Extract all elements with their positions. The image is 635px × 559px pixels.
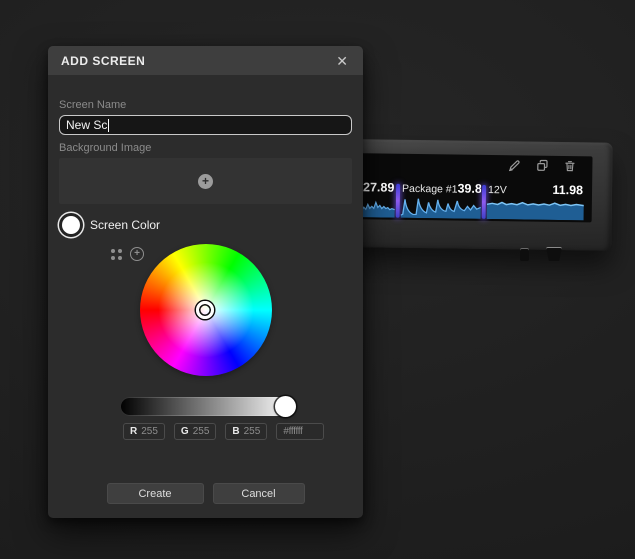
add-screen-dialog: ADD SCREEN ✕ Screen Name New Sc Backgrou… [48,46,363,518]
sensor-label: 12V [487,183,507,197]
edit-icon[interactable] [507,158,521,172]
delete-icon[interactable] [563,159,576,173]
background-image-label: Background Image [59,142,152,154]
close-icon[interactable]: ✕ [334,52,350,70]
sensor-panel: Package #1 39.88 [400,181,482,219]
panel-separator [481,184,487,219]
blue-label: B [232,426,240,437]
sensor-value: 39.88 [457,181,482,196]
red-value: 255 [141,426,158,437]
blue-field[interactable]: B 255 [225,423,268,440]
background-image-upload[interactable]: + [59,158,352,204]
sensor-panels: 27.89 Package #1 39.88 12V 11.98 [361,180,585,221]
screen-name-label: Screen Name [59,99,127,111]
screen-color-swatch[interactable] [62,216,80,234]
green-label: G [180,426,189,437]
screen-name-value: New Sc [66,118,108,132]
device-screen: 27.89 Package #1 39.88 12V 11.98 [359,153,593,223]
sensor-label: Package #1 [401,182,458,196]
screen-toolbar [507,158,576,173]
green-value: 255 [192,426,210,437]
color-picker: + [59,244,352,380]
sensor-value: 27.89 [362,180,395,195]
dialog-title: ADD SCREEN [61,53,146,68]
sensor-panel: 12V 11.98 [486,182,585,221]
waveform-graph [361,200,395,218]
cancel-button[interactable]: Cancel [212,483,305,504]
slider-handle[interactable] [275,396,296,417]
green-field[interactable]: G 255 [173,423,217,440]
waveform-graph [486,201,584,221]
picker-tools: + [111,247,144,261]
add-color-icon[interactable]: + [130,247,144,261]
app-background: 27.89 Package #1 39.88 12V 11.98 ADD SCR… [0,0,635,559]
rgb-inputs: R 255 G 255 B 255 #ffffff [123,423,352,440]
add-image-icon: + [198,173,213,189]
sensor-value: 11.98 [552,182,584,198]
screen-color-label: Screen Color [90,218,161,232]
blue-value: 255 [243,426,261,437]
sensor-panel: 27.89 [361,180,396,218]
device-connector [546,247,562,261]
color-wheel[interactable] [139,244,272,376]
screen-name-input[interactable]: New Sc [59,115,352,135]
brightness-slider[interactable] [120,396,296,417]
panel-separator [395,183,401,218]
hex-value: #ffffff [283,426,303,437]
device-connector [520,248,529,261]
red-label: R [130,426,138,437]
screen-color-row: Screen Color [59,212,352,238]
red-field[interactable]: R 255 [123,423,165,440]
saved-colors-icon[interactable] [111,248,122,260]
dialog-actions: Create Cancel [59,483,352,504]
color-wheel-cursor[interactable] [196,300,214,319]
duplicate-icon[interactable] [535,159,549,173]
text-caret [108,118,110,132]
monitor-device: 27.89 Package #1 39.88 12V 11.98 [345,139,613,251]
create-button[interactable]: Create [106,483,204,504]
dialog-header: ADD SCREEN ✕ [48,46,363,75]
waveform-graph [400,198,481,219]
hex-field[interactable]: #ffffff [276,423,325,440]
